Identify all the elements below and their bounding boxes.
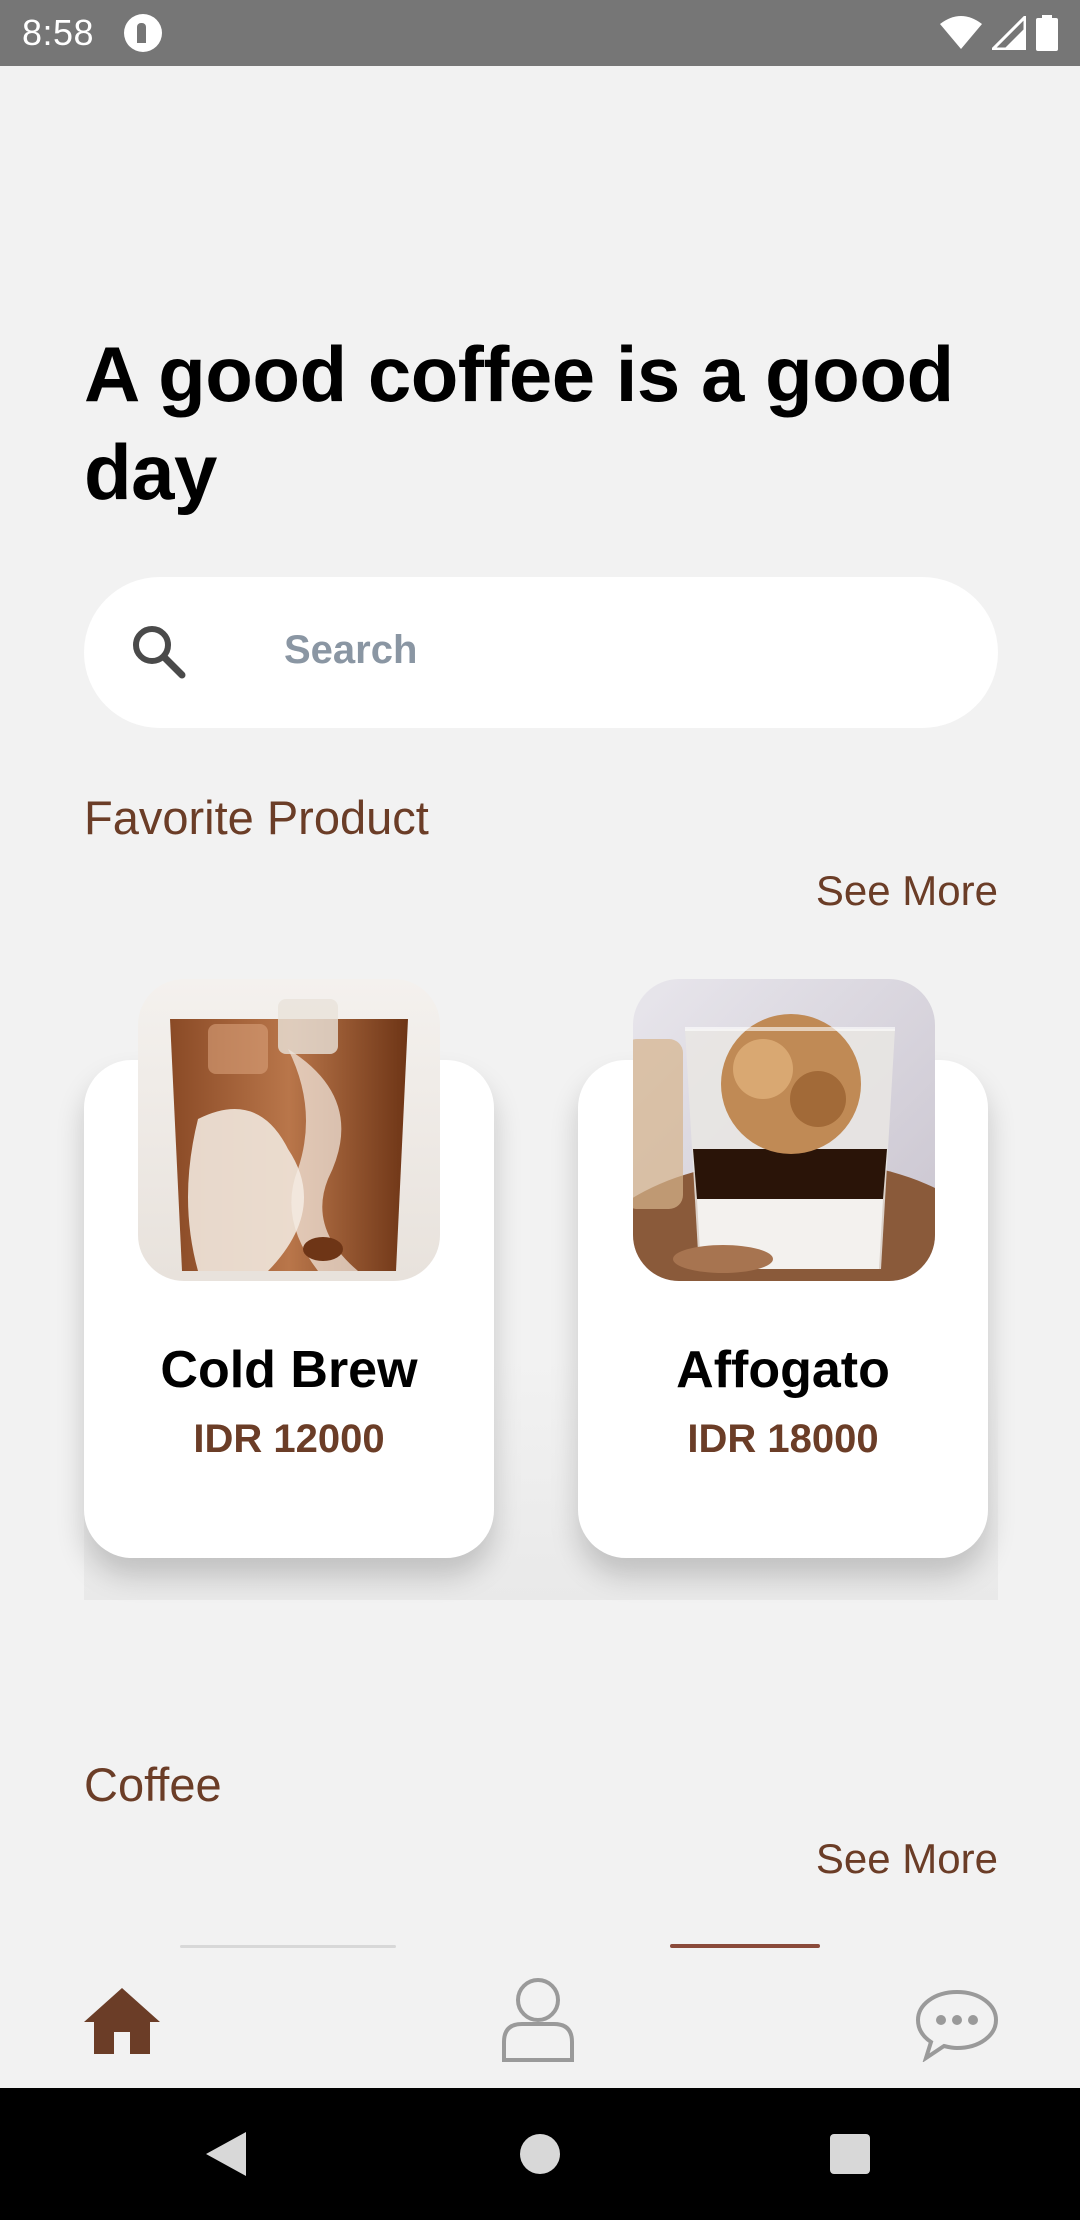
coffee-see-more-link[interactable]: See More: [816, 1835, 998, 1883]
status-time: 8:58: [22, 12, 95, 53]
product-price: IDR 18000: [687, 1417, 879, 1461]
home-button-icon[interactable]: [518, 2132, 562, 2176]
coffee-section-title: Coffee: [84, 1758, 222, 1811]
wifi-icon: [940, 16, 982, 49]
cold-brew-image: [138, 979, 440, 1281]
home-icon[interactable]: [82, 1986, 162, 2056]
battery-icon: [1036, 15, 1058, 51]
cellular-signal-icon: [992, 16, 1026, 50]
favorite-see-more-link[interactable]: See More: [816, 867, 998, 915]
back-icon[interactable]: [204, 2130, 248, 2178]
app-screen: 8:58 A good coffee is a good day Search …: [0, 0, 1080, 2220]
coffee-card-peek: [180, 1945, 396, 1948]
search-input[interactable]: [84, 577, 998, 728]
status-bar: 8:58: [0, 0, 1080, 66]
favorite-section-title: Favorite Product: [84, 791, 429, 844]
search-icon[interactable]: [130, 623, 186, 679]
chat-icon[interactable]: [914, 1988, 1000, 2062]
product-name: Cold Brew: [160, 1341, 418, 1399]
coffee-card-peek: [670, 1944, 820, 1948]
page-title: A good coffee is a good day: [84, 330, 954, 516]
notification-app-icon: [124, 14, 163, 52]
recents-icon[interactable]: [828, 2132, 872, 2176]
product-name: Affogato: [676, 1341, 890, 1399]
search-placeholder[interactable]: Search: [284, 628, 417, 673]
affogato-image: [633, 979, 935, 1281]
product-price: IDR 12000: [193, 1417, 385, 1461]
status-icons: [940, 15, 1058, 51]
profile-icon[interactable]: [500, 1976, 576, 2062]
